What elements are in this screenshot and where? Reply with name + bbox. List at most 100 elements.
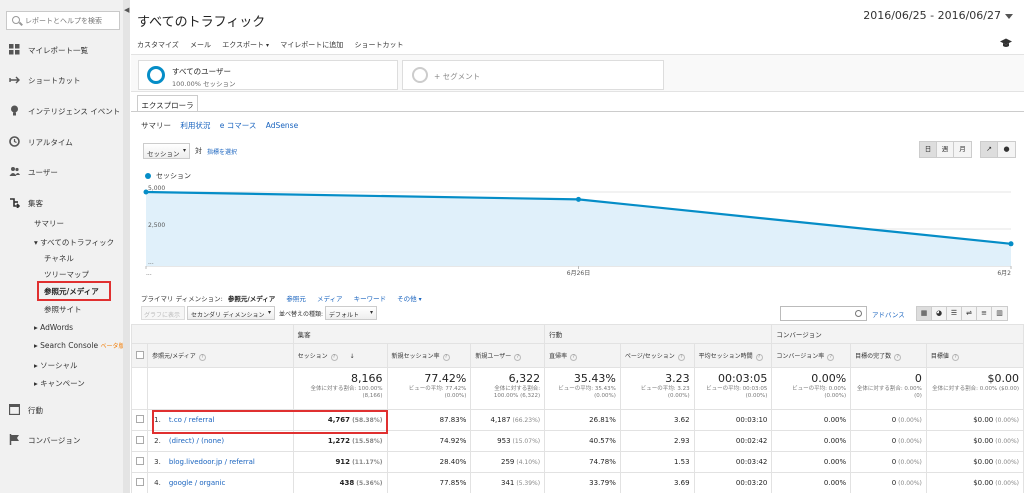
period-month-button[interactable]: 月 <box>954 142 971 157</box>
header-sessions[interactable]: セッション? ↓ <box>292 343 388 368</box>
tab-explorer[interactable]: エクスプローラ <box>137 95 198 112</box>
sidebar-item-channels[interactable]: チャネル <box>44 253 74 264</box>
sidebar-item-social[interactable]: ▸ ソーシャル <box>34 360 78 371</box>
row-source-medium-link[interactable]: google / organic <box>169 479 226 487</box>
segment-all-users[interactable]: すべてのユーザー 100.00% セッション <box>138 60 398 90</box>
date-range-picker[interactable]: 2016/06/25 - 2016/06/27 <box>863 9 1013 22</box>
help-icon[interactable]: ? <box>951 353 959 361</box>
nav-intelligence-events[interactable]: インテリジェンス イベント <box>0 101 123 121</box>
x-tick-label: 6月2 <box>997 270 1011 277</box>
data-point[interactable] <box>576 196 581 202</box>
email-button[interactable]: メール <box>190 41 211 49</box>
dimension-other-dropdown[interactable]: その他 <box>397 295 421 303</box>
sidebar-item-search-console[interactable]: ▸ Search Console ベータ版 <box>34 341 124 350</box>
nav-conversions[interactable]: コンバージョン <box>0 430 123 450</box>
add-segment-button[interactable]: + セグメント <box>402 60 664 90</box>
header-conversion-rate[interactable]: コンバージョン率? <box>771 343 852 368</box>
cell-new_users: 953 (15.07%) <box>470 430 546 452</box>
sort-type-select[interactable]: デフォルト <box>325 306 377 320</box>
header-goal-completions[interactable]: 目標の完了数? <box>850 343 927 368</box>
header-pages-per-session[interactable]: ページ/セッション? <box>619 343 695 368</box>
comparison-view-icon[interactable]: ⇌ <box>962 307 977 320</box>
nav-dashboards[interactable]: マイレポート一覧 <box>0 40 123 60</box>
row-source-medium-link[interactable]: (direct) / (none) <box>169 437 224 445</box>
period-week-button[interactable]: 週 <box>937 142 954 157</box>
nav-realtime[interactable]: リアルタイム <box>0 132 123 152</box>
export-button[interactable]: エクスポート <box>222 41 269 49</box>
motion-chart-icon[interactable]: ● <box>998 142 1015 157</box>
cell-value: 74.92% <box>439 437 467 445</box>
report-search-input[interactable] <box>25 14 117 27</box>
line-chart-icon[interactable]: ↗ <box>981 142 998 157</box>
sidebar-item-summary[interactable]: サマリー <box>34 218 64 229</box>
graduation-cap-icon[interactable] <box>1000 38 1012 51</box>
table-view-toggle: ▦ ◕ ☰ ⇌ ≡ ▥ <box>916 306 1008 321</box>
dimension-link-keyword[interactable]: キーワード <box>354 295 387 303</box>
subtab-site-usage[interactable]: 利用状況 <box>180 121 210 130</box>
row-source-medium-link[interactable]: blog.livedoor.jp / referral <box>169 458 255 466</box>
help-icon[interactable]: ? <box>827 353 835 361</box>
header-new-session-rate[interactable]: 新規セッション率? <box>386 343 472 368</box>
cell-value: 0 <box>891 458 897 466</box>
nav-behavior[interactable]: 行動 <box>0 400 123 420</box>
pie-view-icon[interactable]: ◕ <box>932 307 947 320</box>
metric-select[interactable]: セッション <box>143 143 190 159</box>
help-icon[interactable]: ? <box>755 353 763 361</box>
header-bounce-rate[interactable]: 直帰率? <box>544 343 621 368</box>
sidebar-collapse-handle[interactable]: ◀ <box>123 0 130 493</box>
data-point[interactable] <box>1008 241 1014 247</box>
cell-value: $0.00 (0.00%) <box>925 472 1024 493</box>
row-checkbox[interactable] <box>135 436 144 444</box>
help-icon[interactable]: ? <box>514 353 522 361</box>
customize-button[interactable]: カスタマイズ <box>137 41 179 49</box>
subtab-ecommerce[interactable]: e コマース <box>220 121 257 130</box>
help-icon[interactable]: ? <box>330 353 338 361</box>
row-checkbox[interactable] <box>135 478 144 486</box>
header-referral-medium[interactable]: 参照元/メディア? <box>147 343 294 368</box>
table-header-row: 参照元/メディア? セッション? ↓ 新規セッション率? 新規ユーザー? 直帰率… <box>130 343 1024 368</box>
nav-shortcuts[interactable]: ショートカット <box>0 70 123 90</box>
nav-audience[interactable]: ユーザー <box>0 162 123 182</box>
term-cloud-view-icon[interactable]: ≡ <box>977 307 992 320</box>
row-checkbox[interactable] <box>135 415 144 423</box>
row-checkbox[interactable] <box>135 457 144 465</box>
period-day-button[interactable]: 日 <box>920 142 937 157</box>
data-table-view-icon[interactable]: ▦ <box>917 307 932 320</box>
y-tick-label: 2,500 <box>148 222 165 229</box>
header-new-users[interactable]: 新規ユーザー? <box>470 343 546 368</box>
shortcut-button[interactable]: ショートカット <box>354 41 403 49</box>
performance-view-icon[interactable]: ☰ <box>947 307 962 320</box>
totals-value: 8,166 <box>351 372 383 385</box>
help-icon[interactable]: ? <box>894 353 902 361</box>
nav-acquisition[interactable]: 集客 <box>0 193 123 213</box>
dimension-link-medium[interactable]: メディア <box>317 295 343 303</box>
select-all-checkbox[interactable] <box>135 350 144 359</box>
sidebar-item-referrals[interactable]: 参照サイト <box>44 304 82 315</box>
cell-pps: 2.93 <box>619 430 695 452</box>
dimension-link-source[interactable]: 参照元 <box>286 295 306 303</box>
subtab-summary[interactable]: サマリー <box>141 121 171 130</box>
header-avg-session-duration[interactable]: 平均セッション時間? <box>693 343 773 368</box>
select-metric-link[interactable]: 指標を選択 <box>207 147 237 156</box>
sidebar-item-all-traffic[interactable]: ▾ すべてのトラフィック <box>34 237 114 248</box>
help-icon[interactable]: ? <box>198 353 206 361</box>
pivot-view-icon[interactable]: ▥ <box>992 307 1007 320</box>
sidebar-item-campaigns[interactable]: ▸ キャンペーン <box>34 378 85 389</box>
help-icon[interactable]: ? <box>677 353 685 361</box>
help-icon[interactable]: ? <box>570 353 578 361</box>
sidebar-item-treemap[interactable]: ツリーマップ <box>44 269 89 280</box>
subtab-adsense[interactable]: AdSense <box>266 121 298 130</box>
table-row: 3. blog.livedoor.jp / referral 912 (11.17%)… <box>130 451 1024 473</box>
report-search-box[interactable] <box>6 11 120 30</box>
cell-bounce: 40.57% <box>544 430 621 452</box>
legend-label: セッション <box>156 172 191 180</box>
secondary-dimension-select[interactable]: セカンダリ ディメンション <box>187 306 275 320</box>
add-to-dashboard-button[interactable]: マイレポートに追加 <box>280 41 343 49</box>
cell-value: $0.00 (0.00%) <box>925 430 1024 452</box>
advanced-filter-link[interactable]: アドバンス <box>872 309 905 319</box>
plot-rows-button[interactable]: グラフに表示 <box>141 306 185 320</box>
help-icon[interactable]: ? <box>442 353 450 361</box>
header-goal-value[interactable]: 目標値? <box>925 343 1024 368</box>
sidebar-item-adwords[interactable]: ▸ AdWords <box>34 323 73 332</box>
table-search-input[interactable] <box>780 306 867 321</box>
